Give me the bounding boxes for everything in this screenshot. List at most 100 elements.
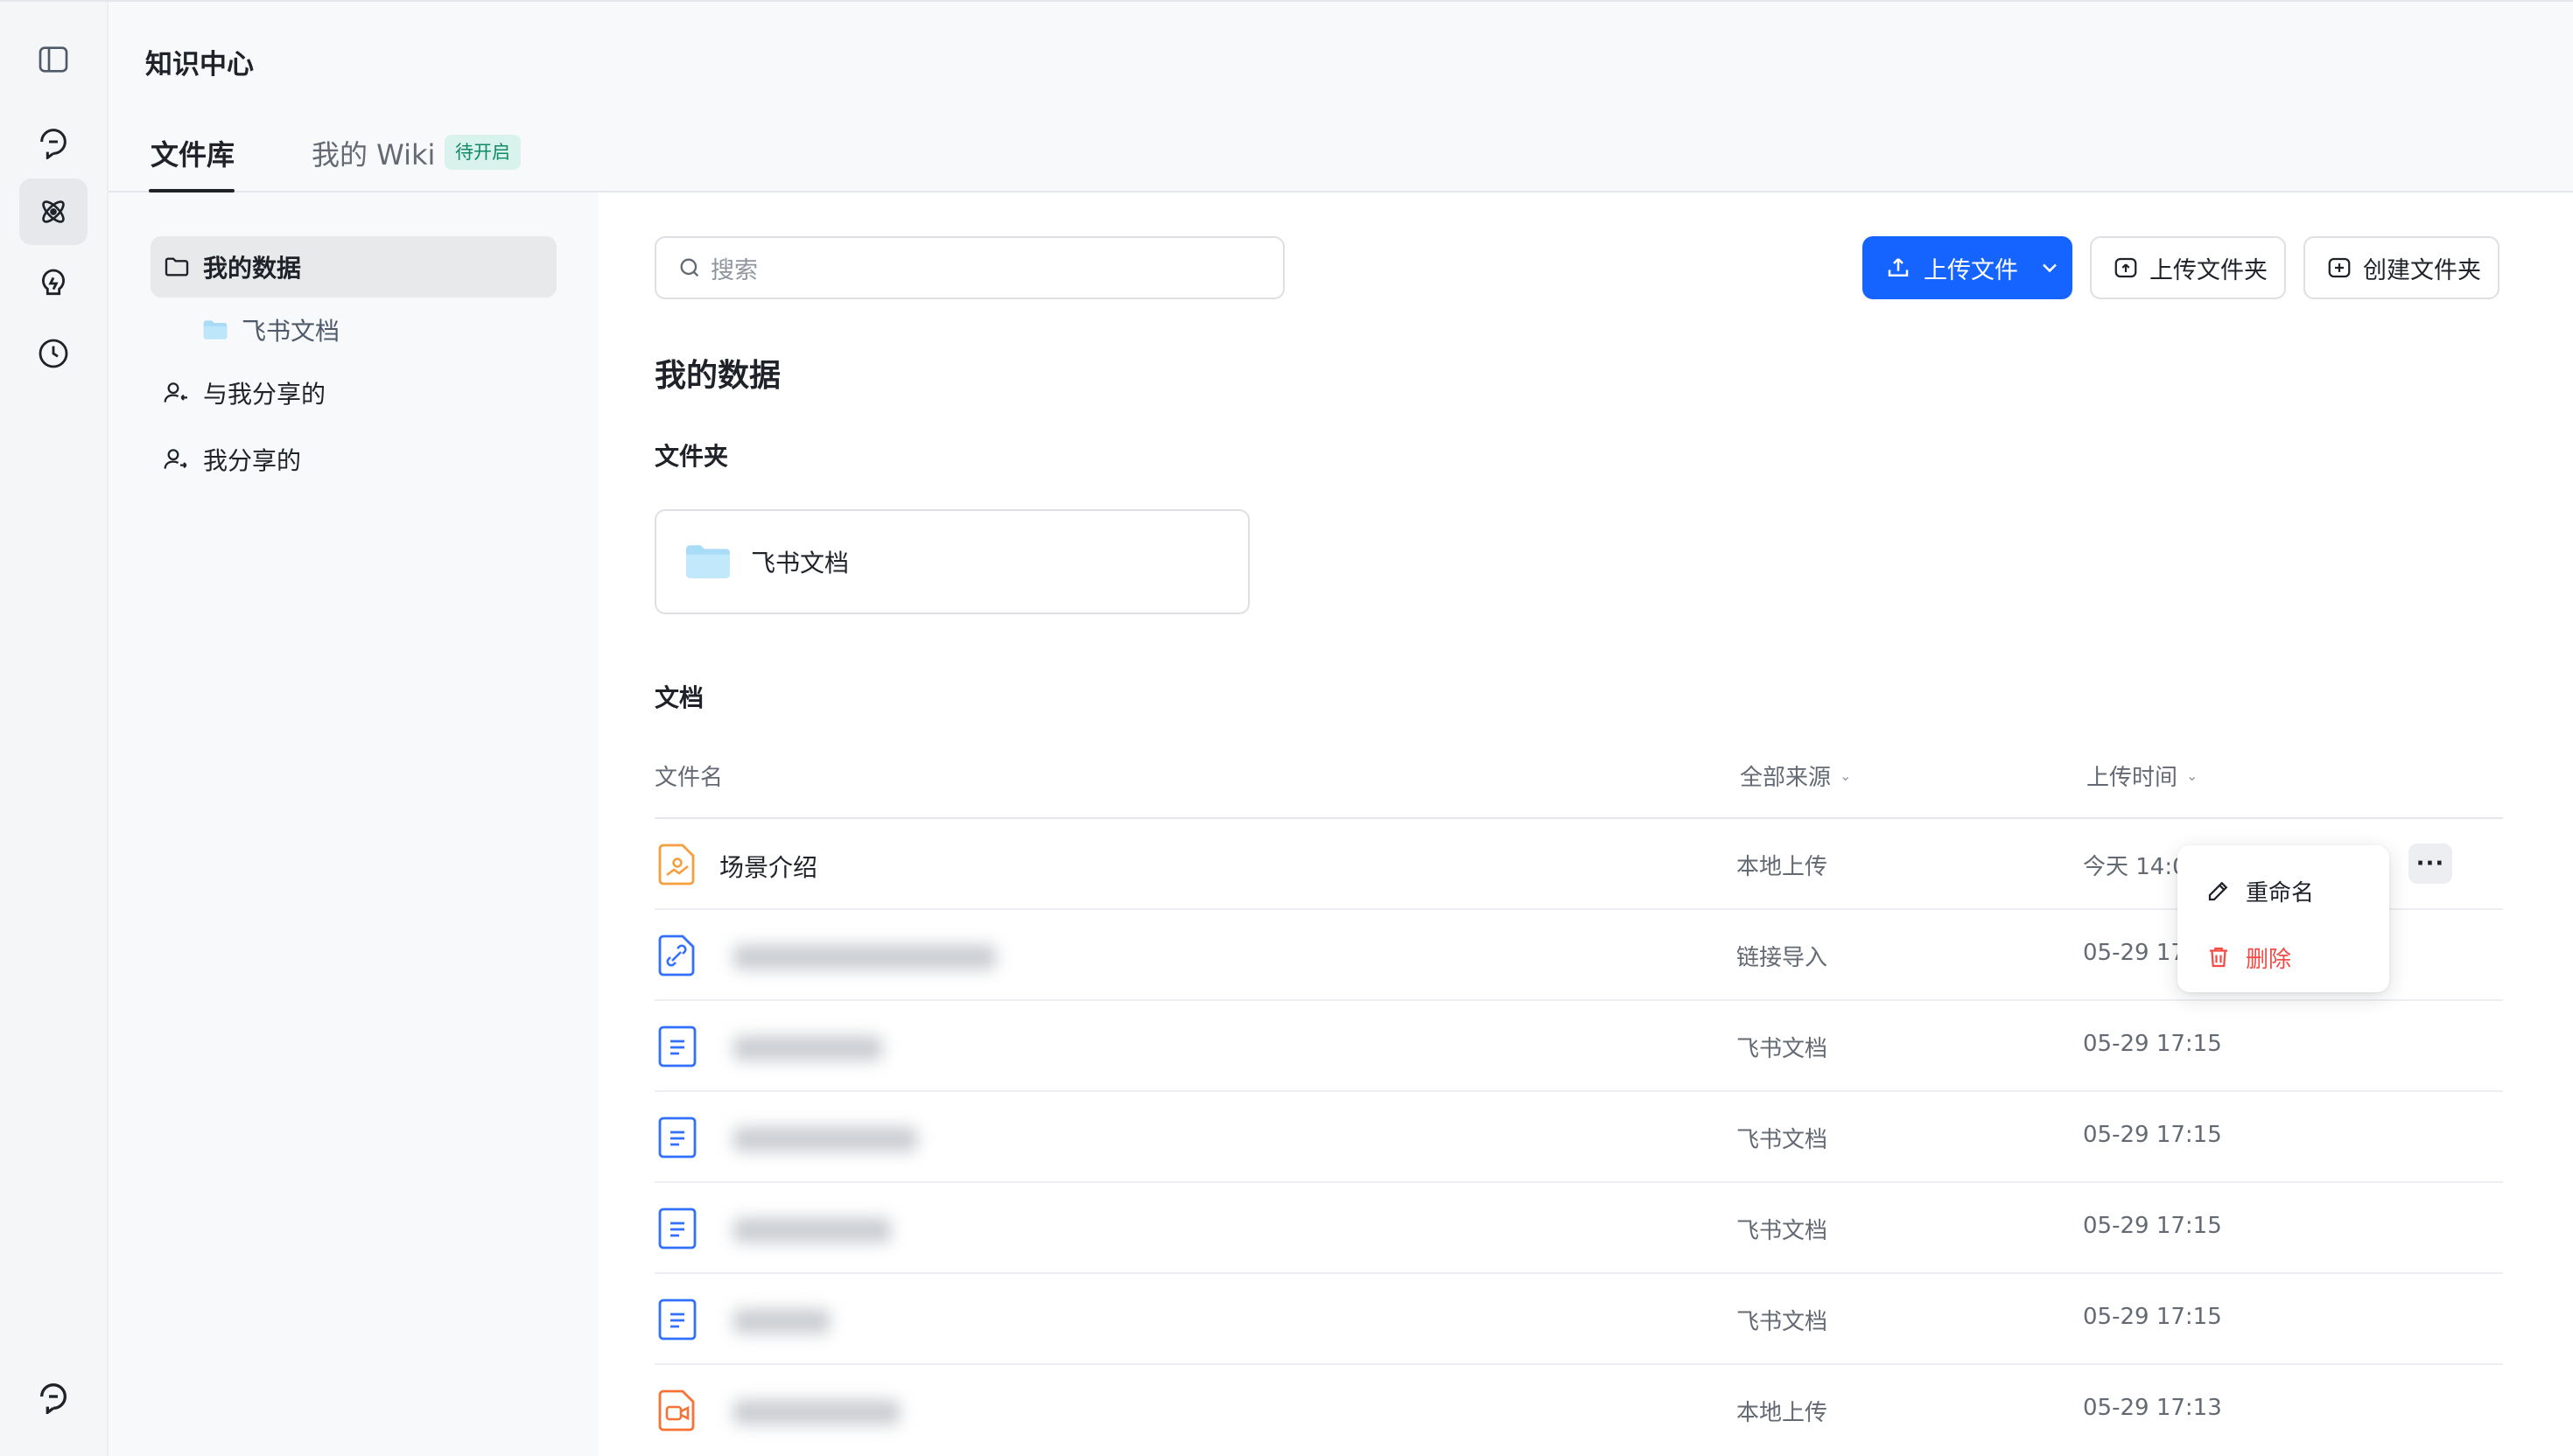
docs-heading: 文档	[655, 683, 705, 712]
upload-icon	[1888, 258, 1909, 276]
bottom-chat-icon	[40, 1383, 67, 1414]
menu-item-delete[interactable]: 删除	[2205, 940, 2291, 975]
file-time: 05-29 17:15	[2083, 1031, 2222, 1057]
edit-icon	[2208, 881, 2228, 901]
add-folder-icon	[2328, 257, 2351, 278]
chevron-down-icon[interactable]	[2037, 256, 2062, 280]
blurred-file-name	[716, 1286, 1285, 1356]
tree-item-my-shared[interactable]: 我分享的	[151, 429, 557, 490]
file-source: 飞书文档	[1736, 1127, 1828, 1153]
column-name-label: 文件名	[655, 765, 724, 791]
file-source: 本地上传	[1736, 1400, 1828, 1426]
page-header: 知识中心 文件库 我的 Wiki 待开启	[109, 2, 2573, 192]
doc-file-icon	[658, 1208, 697, 1250]
folder-tree: 我的数据 飞书文档 与我分享的 我分享的	[109, 192, 599, 1456]
column-header-time[interactable]: 上传时间 ⌄	[2086, 760, 2198, 792]
doc-file-icon	[658, 1298, 697, 1340]
tab-library[interactable]: 文件库	[151, 133, 235, 173]
user-in-icon	[164, 382, 187, 402]
file-source: 飞书文档	[1736, 1036, 1828, 1062]
bottom-chat-button[interactable]	[19, 1363, 88, 1430]
tree-item-feishu-docs[interactable]: 飞书文档	[189, 299, 557, 360]
file-time: 05-29 17:15	[2083, 1213, 2222, 1239]
file-source: 链接导入	[1736, 945, 1828, 971]
more-icon: ···	[2415, 850, 2445, 877]
left-rail	[0, 2, 109, 1456]
chevron-down-icon: ⌄	[2186, 767, 2198, 784]
search-placeholder: 搜索	[711, 256, 758, 284]
table-row[interactable]: 本地上传 05-29 17:13	[655, 1365, 2503, 1456]
video-file-icon	[658, 1390, 695, 1432]
folder-card-name: 飞书文档	[751, 549, 850, 578]
column-source-label: 全部来源	[1740, 765, 1832, 791]
chat-button[interactable]	[19, 108, 88, 175]
sidebar-toggle-icon	[39, 46, 68, 73]
sidebar-toggle-button[interactable]	[19, 26, 88, 93]
upload-file-label: 上传文件	[1924, 256, 2018, 284]
menu-delete-label: 删除	[2246, 946, 2292, 973]
file-name: 场景介绍	[719, 853, 818, 882]
tree-item-label: 我的数据	[203, 254, 302, 283]
blurred-file-name	[716, 922, 1285, 992]
content-title: 我的数据	[655, 358, 782, 394]
table-row[interactable]: 飞书文档 05-29 17:15	[655, 1274, 2503, 1365]
file-source: 本地上传	[1736, 854, 1828, 880]
column-header-source[interactable]: 全部来源 ⌄	[1740, 760, 1851, 792]
tree-item-label: 与我分享的	[203, 380, 326, 409]
doc-file-icon	[658, 1026, 697, 1068]
tree-item-label: 我分享的	[203, 446, 302, 475]
chevron-down-icon: ⌄	[1840, 767, 1852, 784]
tree-item-my-data[interactable]: 我的数据	[151, 236, 557, 298]
upload-folder-button[interactable]: 上传文件夹	[2090, 236, 2286, 299]
search-icon	[680, 258, 699, 277]
link-file-icon	[658, 934, 695, 976]
folder-outline-icon	[165, 257, 189, 276]
clock-icon	[39, 339, 68, 368]
main-content: 搜索 上传文件 上传文件夹 创建文件夹 我的数据 文件夹 飞书文档 文档 文件名…	[599, 192, 2573, 1456]
create-folder-button[interactable]: 创建文件夹	[2303, 236, 2499, 299]
column-time-label: 上传时间	[2086, 765, 2178, 791]
folder-filled-icon	[203, 320, 228, 340]
file-time: 05-29 17:15	[2083, 1304, 2222, 1330]
bulb-icon	[42, 269, 65, 296]
table-row[interactable]: 飞书文档 05-29 17:15	[655, 1092, 2503, 1183]
column-header-name: 文件名	[655, 760, 723, 792]
menu-rename-label: 重命名	[2246, 879, 2315, 906]
create-folder-label: 创建文件夹	[2363, 256, 2481, 284]
file-time: 05-29 17:13	[2083, 1395, 2222, 1421]
file-time: 05-29 17:15	[2083, 1122, 2222, 1148]
doc-file-icon	[658, 1116, 697, 1158]
tree-item-shared-with-me[interactable]: 与我分享的	[151, 362, 557, 424]
file-source: 飞书文档	[1736, 1309, 1828, 1335]
folder-filled-icon	[686, 545, 730, 578]
blurred-file-name	[716, 1377, 1285, 1447]
knowledge-button[interactable]	[19, 178, 88, 245]
blurred-file-name	[716, 1195, 1285, 1265]
upload-file-button[interactable]: 上传文件	[1862, 236, 2072, 299]
more-actions-button[interactable]: ···	[2408, 844, 2452, 884]
file-time: 今天 14:0	[2083, 854, 2187, 880]
blurred-file-name	[716, 1104, 1285, 1174]
menu-item-rename[interactable]: 重命名	[2205, 873, 2314, 908]
folders-heading: 文件夹	[655, 442, 729, 471]
file-source: 飞书文档	[1736, 1218, 1828, 1244]
refresh-chat-icon	[40, 129, 67, 159]
trash-icon	[2210, 947, 2227, 968]
folder-card[interactable]: 飞书文档	[655, 509, 1250, 614]
blurred-file-name	[716, 1013, 1285, 1083]
ideas-button[interactable]	[19, 250, 88, 317]
atom-icon	[42, 200, 65, 223]
file-time: 05-29 17	[2083, 940, 2185, 966]
wiki-status-badge: 待开启	[445, 135, 521, 170]
row-context-menu: 重命名 删除	[2177, 845, 2389, 992]
table-row[interactable]: 飞书文档 05-29 17:15	[655, 1001, 2503, 1092]
user-out-icon	[164, 449, 187, 469]
tree-item-label: 飞书文档	[242, 317, 340, 346]
table-row[interactable]: 飞书文档 05-29 17:15	[655, 1183, 2503, 1274]
image-file-icon	[658, 844, 695, 886]
history-button[interactable]	[19, 320, 88, 387]
page-title: 知识中心	[145, 49, 254, 80]
tab-wiki[interactable]: 我的 Wiki	[312, 133, 435, 173]
search-input[interactable]: 搜索	[655, 236, 1285, 299]
upload-folder-icon	[2114, 257, 2137, 278]
